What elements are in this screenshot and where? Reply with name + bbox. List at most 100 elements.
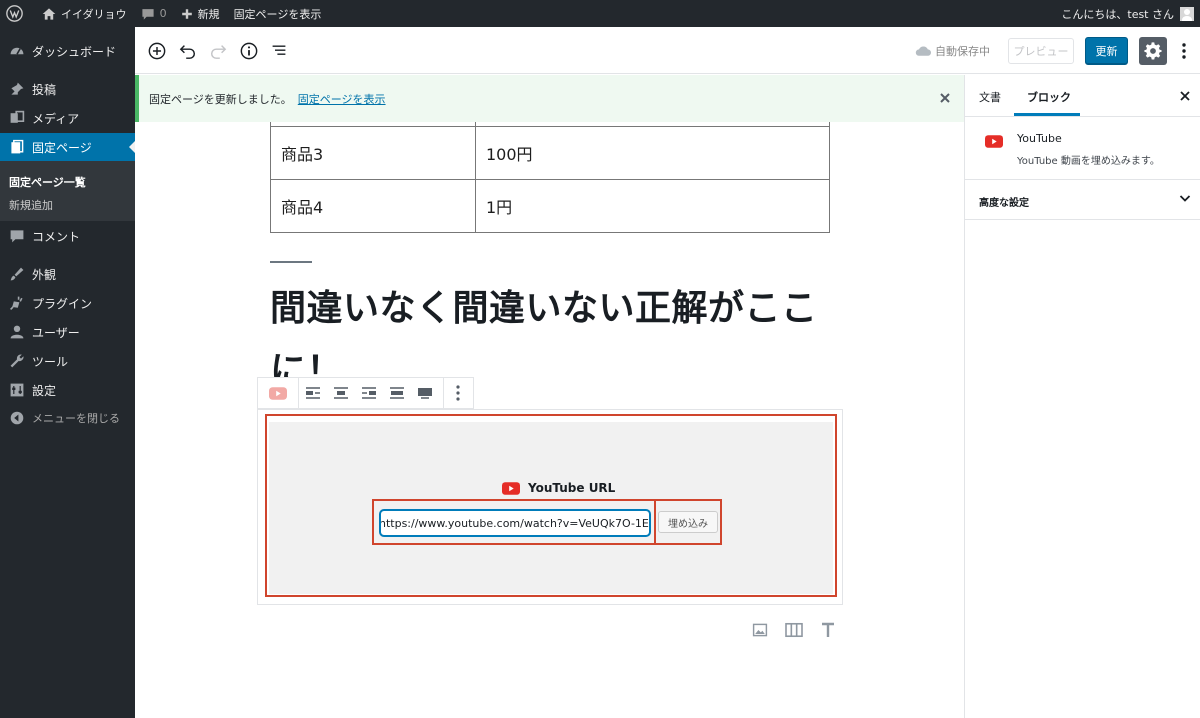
admin-bar: イイダリョウ 0 新規 固定ページを表示 こんにちは、test さん [0,0,1200,27]
align-right-icon [362,387,376,399]
embed-button[interactable]: 埋め込み [658,511,718,533]
plugin-icon [10,296,23,310]
view-page-link[interactable]: 固定ページを表示 [227,0,329,27]
site-name: イイダリョウ [61,7,127,21]
tab-block[interactable]: ブロック [1027,89,1071,105]
ellipsis-vertical-icon [456,385,460,401]
tab-document[interactable]: 文書 [979,89,1001,105]
embed-label: YouTube URL [502,481,615,495]
add-block-button[interactable] [142,36,172,66]
youtube-icon [985,135,1003,148]
list-view-icon [272,45,286,55]
wp-logo-menu[interactable] [0,0,35,27]
product-table[interactable]: 商品3 100円 商品4 1円 [270,122,830,233]
editor-header: 自動保存中 プレビュー 更新 [135,27,1200,74]
align-left-button[interactable] [299,378,327,408]
submenu-add-new[interactable]: 新規追加 [9,197,53,213]
sidebar-item-label: メニューを閉じる [32,412,120,425]
info-button[interactable] [234,36,264,66]
ellipsis-vertical-icon [1182,43,1186,59]
notice-message: 固定ページを更新しました。 [149,92,292,106]
plus-icon [181,8,192,19]
site-name-link[interactable]: イイダリョウ [35,0,134,27]
separator-block[interactable] [270,261,312,263]
sidebar-item-users[interactable]: ユーザー [0,318,135,346]
editor-canvas: 商品3 100円 商品4 1円 間違いなく間違いない正解がここに！ YouTub… [135,122,964,718]
text-icon [822,622,834,637]
sidebar-item-label: 外観 [32,267,57,282]
redo-button[interactable] [203,36,233,66]
undo-button[interactable] [173,36,203,66]
align-center-icon [334,387,348,399]
collapse-icon [10,411,24,425]
insert-image-button[interactable] [743,620,777,640]
embed-url-value: https://www.youtube.com/watch?v=VeUQk7O-… [380,516,650,530]
comment-count: 0 [159,7,167,20]
embed-url-input[interactable]: https://www.youtube.com/watch?v=VeUQk7O-… [380,510,650,536]
wrench-icon [10,354,24,368]
admin-sidebar: ダッシュボード 投稿 メディア 固定ページ 固定ページ一覧 新規追加 コメント … [0,27,135,718]
advanced-settings-toggle[interactable]: 高度な設定 [965,180,1200,220]
sidebar-item-posts[interactable]: 投稿 [0,75,135,103]
align-center-button[interactable] [327,378,355,408]
panel-tabs: 文書 ブロック [965,75,1200,117]
pages-submenu: 固定ページ一覧 新規追加 [0,161,135,221]
outline-button[interactable] [264,36,294,66]
table-cell[interactable]: 100円 [475,125,830,180]
sidebar-item-label: コメント [32,229,81,244]
comments-link[interactable]: 0 [134,0,174,27]
user-icon [10,325,24,339]
table-cell[interactable]: 商品4 [270,178,476,233]
update-button[interactable]: 更新 [1085,37,1128,65]
sidebar-item-label: ユーザー [32,325,80,340]
greeting: こんにちは、test さん [1061,7,1174,21]
close-icon[interactable] [938,91,952,105]
sidebar-item-media[interactable]: メディア [0,104,135,132]
align-right-button[interactable] [355,378,383,408]
media-icon [10,110,25,123]
insert-text-button[interactable] [811,620,845,640]
redo-icon [210,45,227,59]
close-icon[interactable] [1178,89,1192,103]
align-left-icon [306,387,320,399]
sidebar-item-dashboard[interactable]: ダッシュボード [0,37,135,65]
preview-button[interactable]: プレビュー [1008,38,1074,64]
full-width-button[interactable] [411,378,439,408]
sidebar-item-tools[interactable]: ツール [0,347,135,375]
new-content-link[interactable]: 新規 [174,0,227,27]
table-row: 商品3 100円 [270,125,830,180]
autosave-status: 自動保存中 [915,43,990,59]
sidebar-item-comments[interactable]: コメント [0,222,135,250]
full-width-icon [418,388,432,399]
comment-icon [141,8,154,20]
settings-toggle-button[interactable] [1139,37,1167,65]
table-cell[interactable]: 商品3 [270,125,476,180]
settings-sidebar: 文書 ブロック YouTube YouTube 動画を埋め込みます。 高度な設定 [964,75,1200,718]
submenu-all-pages[interactable]: 固定ページ一覧 [9,174,86,190]
new-label: 新規 [197,7,220,21]
sidebar-item-settings[interactable]: 設定 [0,376,135,404]
brush-icon [10,267,24,281]
view-page-notice-link[interactable]: 固定ページを表示 [298,91,386,107]
block-card-description: YouTube 動画を埋め込みます。 [1017,156,1160,167]
sidebar-item-label: ツール [32,354,69,369]
block-type-switcher[interactable] [258,378,298,408]
insert-columns-button[interactable] [777,620,811,640]
wide-width-button[interactable] [383,378,411,408]
active-tab-indicator [1014,113,1080,116]
sidebar-item-plugins[interactable]: プラグイン [0,289,135,317]
avatar [1180,6,1194,21]
table-cell[interactable]: 1円 [475,178,830,233]
image-icon [752,623,768,637]
sidebar-collapse-menu[interactable]: メニューを閉じる [0,404,135,432]
youtube-icon [269,386,287,400]
more-options-button[interactable] [1175,37,1193,65]
sidebar-item-appearance[interactable]: 外観 [0,260,135,288]
pin-icon [11,82,24,95]
my-account-menu[interactable]: こんにちは、test さん [1061,6,1200,22]
embed-label-text: YouTube URL [528,481,616,495]
block-more-button[interactable] [444,378,472,408]
sidebar-item-pages[interactable]: 固定ページ [0,133,135,161]
youtube-icon [502,481,520,495]
sidebar-item-label: 固定ページ [32,140,92,155]
